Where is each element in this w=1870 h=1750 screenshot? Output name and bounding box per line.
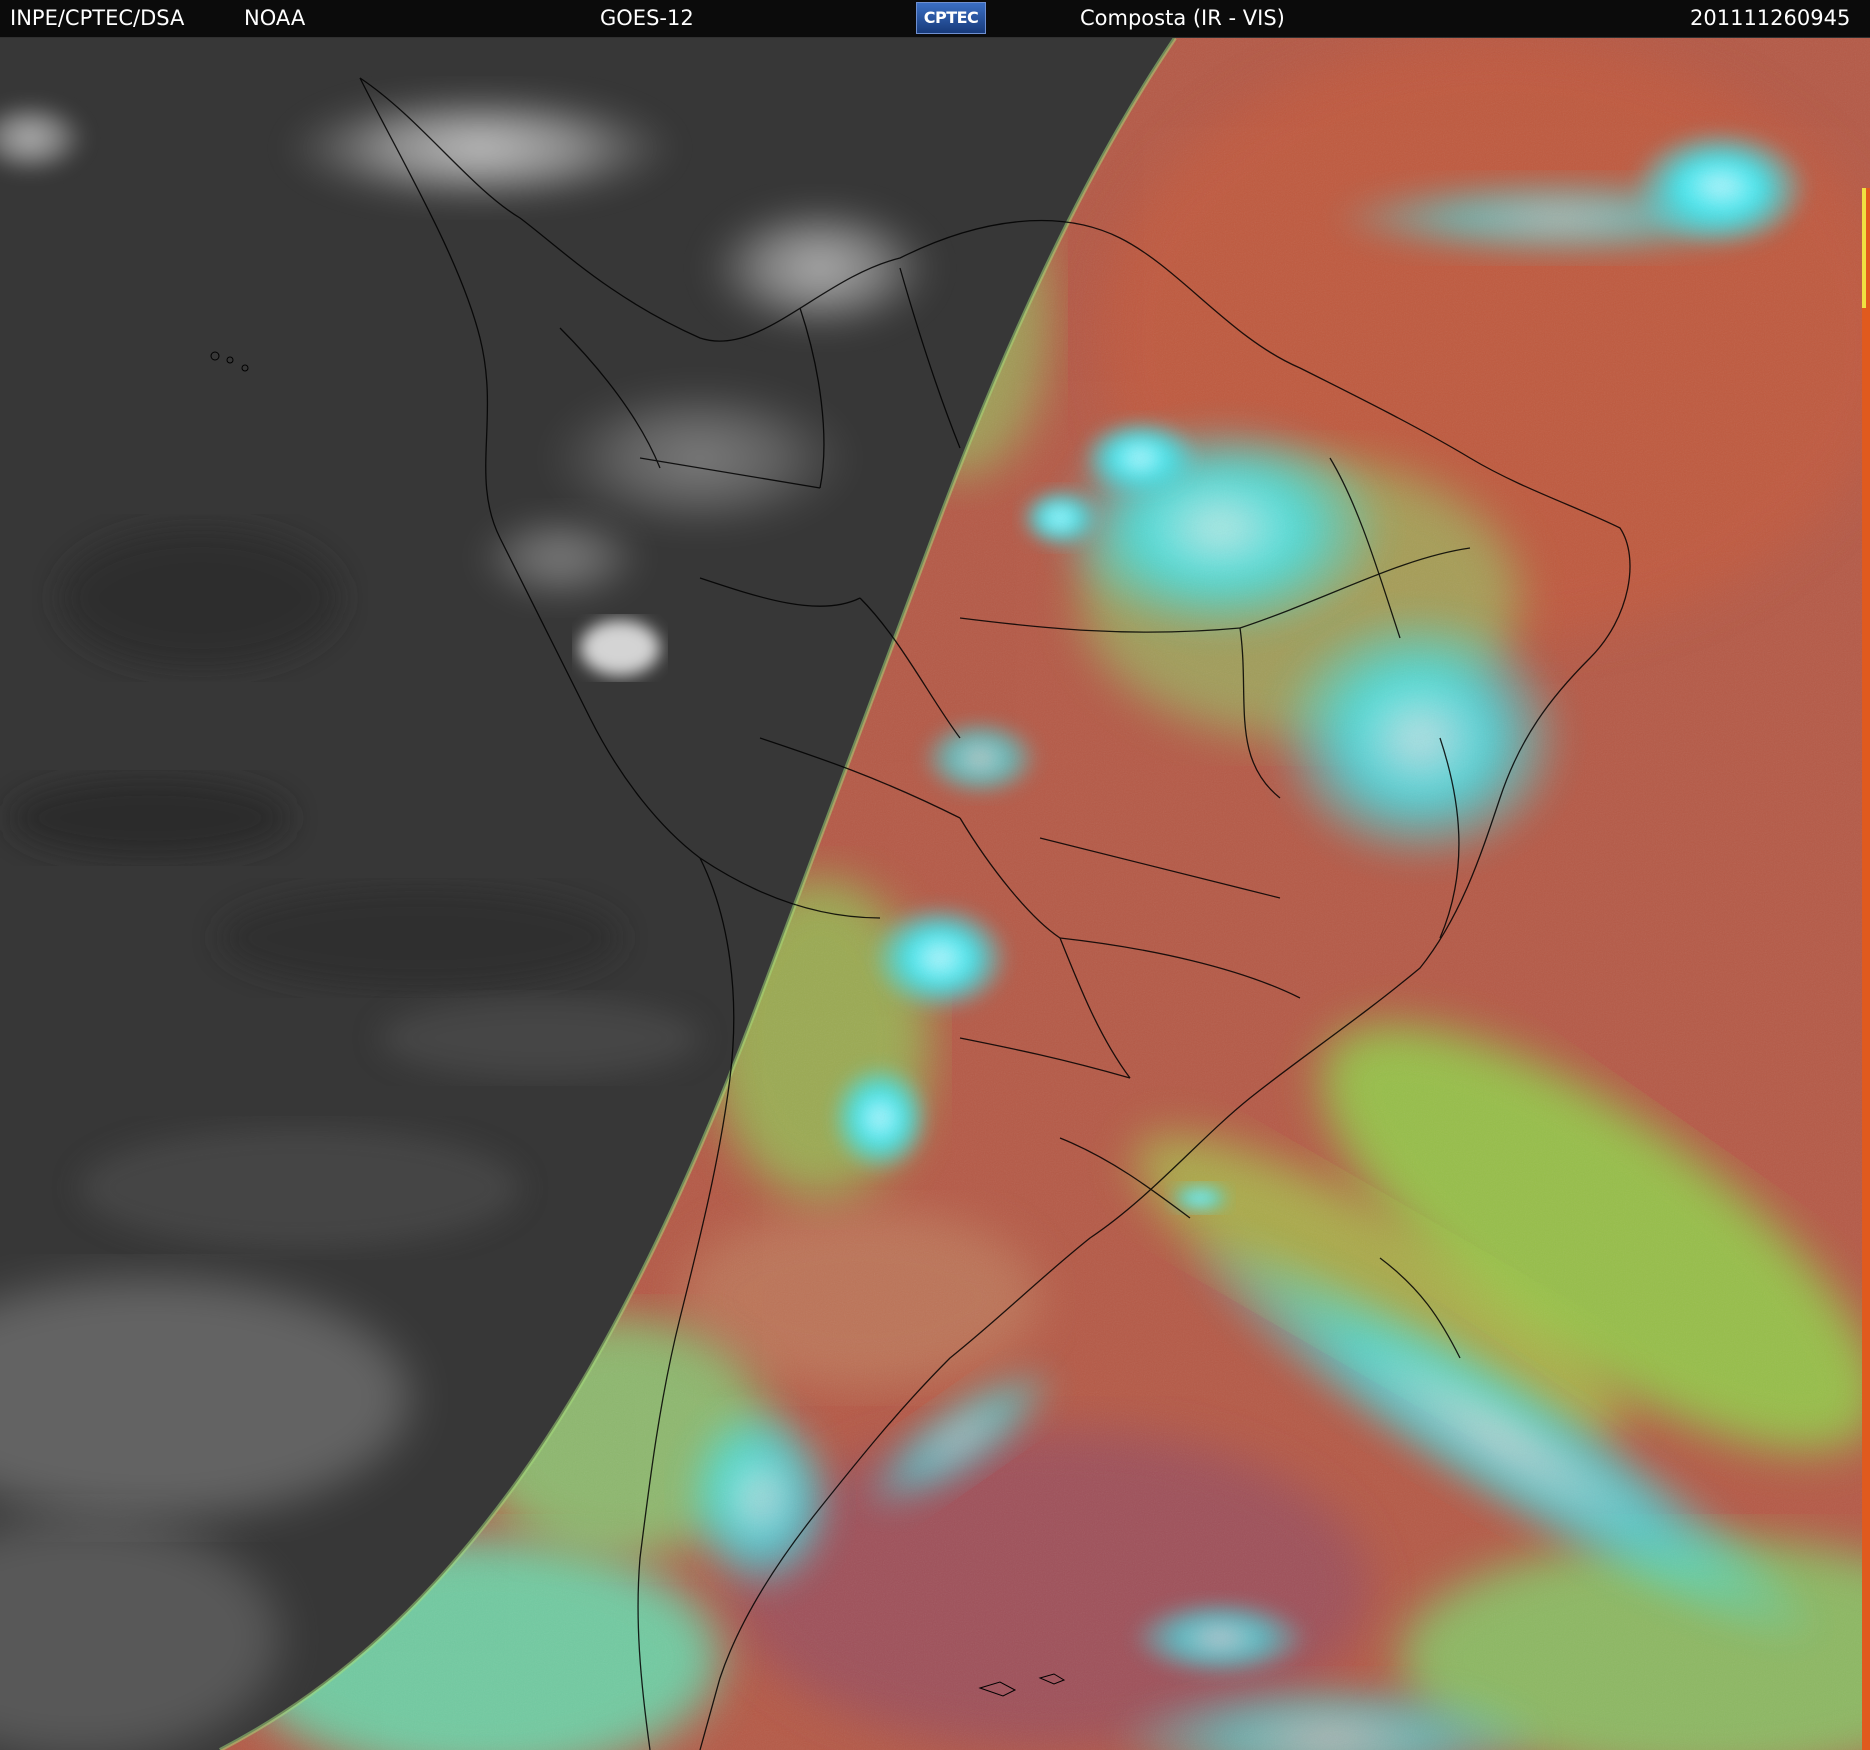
satellite-label: GOES-12 bbox=[600, 6, 694, 30]
earth-limb-edge bbox=[1862, 188, 1870, 1750]
provider-label: NOAA bbox=[244, 6, 306, 30]
timestamp-label: 201111260945 bbox=[1690, 6, 1851, 30]
agency-label: INPE/CPTEC/DSA bbox=[10, 6, 185, 30]
satellite-map bbox=[0, 38, 1870, 1750]
satellite-image-viewer: INPE/CPTEC/DSA NOAA GOES-12 CPTEC Compos… bbox=[0, 0, 1870, 1750]
image-header-bar: INPE/CPTEC/DSA NOAA GOES-12 CPTEC Compos… bbox=[0, 0, 1870, 38]
cptec-logo: CPTEC bbox=[916, 2, 986, 34]
product-label: Composta (IR - VIS) bbox=[1080, 6, 1285, 30]
